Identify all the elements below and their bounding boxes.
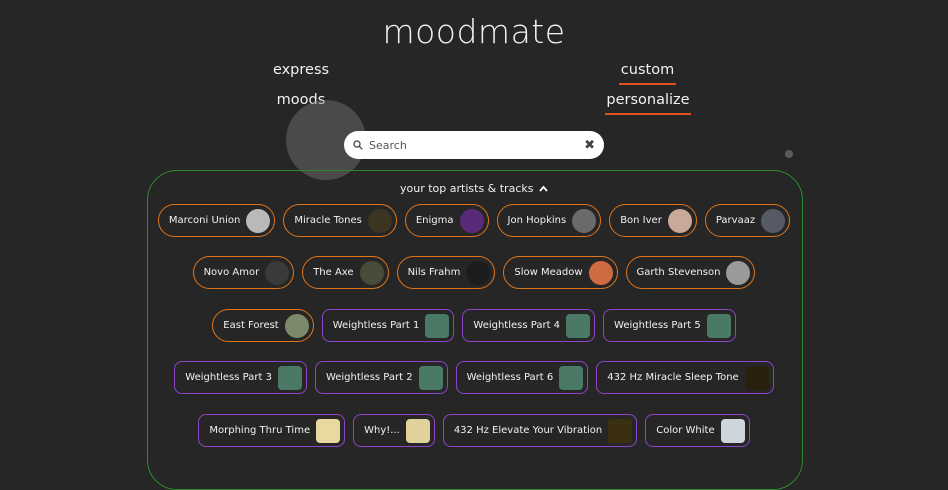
track-pill[interactable]: Weightless Part 2: [314, 361, 448, 394]
artist-avatar: [459, 208, 484, 233]
track-artwork: [706, 313, 731, 338]
track-artwork: [405, 418, 430, 443]
artist-avatar: [246, 208, 271, 233]
search-bar: ✖: [344, 131, 604, 159]
pill-label: Morphing Thru Time: [209, 425, 311, 436]
chevron-up-icon[interactable]: [539, 185, 548, 192]
pill-label: Parvaaz: [715, 215, 756, 226]
pill-label: Jon Hopkins: [507, 215, 567, 226]
artist-avatar: [667, 208, 692, 233]
artist-avatar: [284, 313, 309, 338]
pill-label: Weightless Part 6: [466, 372, 554, 383]
track-artwork: [559, 365, 584, 390]
track-artwork: [608, 418, 633, 443]
artist-pill[interactable]: Marconi Union: [157, 204, 276, 237]
nav-custom[interactable]: custom: [619, 62, 676, 85]
artist-pill[interactable]: Nils Frahm: [396, 256, 496, 289]
artist-avatar: [359, 260, 384, 285]
artist-avatar: [466, 260, 491, 285]
search-input[interactable]: [367, 137, 585, 153]
track-artwork: [316, 418, 341, 443]
track-artwork: [566, 313, 591, 338]
pill-label: Slow Meadow: [514, 267, 583, 278]
track-artwork: [425, 313, 450, 338]
track-pill[interactable]: 432 Hz Elevate Your Vibration: [442, 414, 638, 447]
pill-row: Morphing Thru Time Why!... 432 Hz Elevate …: [0, 414, 948, 447]
pill-label: Weightless Part 4: [473, 320, 561, 331]
pill-row: Weightless Part 3 Weightless Part 2 Weight…: [0, 361, 948, 394]
artist-pill[interactable]: The Axe: [302, 256, 389, 289]
artist-pill[interactable]: Garth Stevenson: [625, 256, 756, 289]
pill-label: Novo Amor: [203, 267, 260, 278]
pill-row: East Forest Weightless Part 1 Weightless P…: [0, 309, 948, 342]
nav-express[interactable]: express: [266, 62, 336, 78]
decorative-dot: [785, 150, 793, 158]
panel-title-label: your top artists & tracks: [400, 182, 534, 195]
track-artwork: [744, 365, 769, 390]
track-artwork: [277, 365, 302, 390]
artist-pill[interactable]: Jon Hopkins: [496, 204, 602, 237]
track-pill[interactable]: Weightless Part 1: [321, 309, 455, 342]
track-pill[interactable]: Color White: [645, 414, 750, 447]
pill-label: 432 Hz Miracle Sleep Tone: [607, 372, 739, 383]
pill-label: Color White: [656, 425, 715, 436]
pill-label: Bon Iver: [620, 215, 662, 226]
pill-label: East Forest: [223, 320, 279, 331]
track-pill[interactable]: Morphing Thru Time: [198, 414, 346, 447]
artist-pill[interactable]: Enigma: [404, 204, 489, 237]
artist-pill[interactable]: Novo Amor: [192, 256, 295, 289]
app-logo: moodmate: [382, 12, 566, 51]
artist-avatar: [572, 208, 597, 233]
pill-label: Marconi Union: [168, 215, 241, 226]
track-pill[interactable]: Weightless Part 6: [455, 361, 589, 394]
artist-pill[interactable]: Slow Meadow: [503, 256, 618, 289]
pill-label: Nils Frahm: [407, 267, 461, 278]
artist-avatar: [726, 260, 751, 285]
panel-title[interactable]: your top artists & tracks: [0, 182, 948, 195]
artist-avatar: [367, 208, 392, 233]
artist-pill[interactable]: Parvaaz: [704, 204, 791, 237]
artist-avatar: [761, 208, 786, 233]
track-pill[interactable]: Weightless Part 3: [174, 361, 307, 394]
pill-label: Enigma: [415, 215, 454, 226]
track-artwork: [720, 418, 745, 443]
artist-pill[interactable]: East Forest: [212, 309, 314, 342]
track-pill[interactable]: Weightless Part 4: [462, 309, 596, 342]
pill-label: Garth Stevenson: [636, 267, 721, 278]
pill-label: The Axe: [313, 267, 354, 278]
track-pill[interactable]: Weightless Part 5: [603, 309, 736, 342]
pill-label: 432 Hz Elevate Your Vibration: [453, 425, 603, 436]
track-pill[interactable]: Why!...: [353, 414, 435, 447]
pill-label: Weightless Part 1: [332, 320, 420, 331]
clear-icon[interactable]: ✖: [584, 138, 595, 153]
track-artwork: [418, 365, 443, 390]
pill-label: Weightless Part 2: [325, 372, 413, 383]
pill-label: Why!...: [364, 425, 400, 436]
track-pill[interactable]: 432 Hz Miracle Sleep Tone: [596, 361, 774, 394]
nav-personalize[interactable]: personalize: [605, 92, 691, 115]
artist-pill[interactable]: Miracle Tones: [283, 204, 397, 237]
pill-label: Miracle Tones: [294, 215, 362, 226]
pill-row: Novo Amor The Axe Nils Frahm Slow Meadow Gar…: [0, 256, 948, 289]
artist-avatar: [588, 260, 613, 285]
pill-label: Weightless Part 5: [614, 320, 701, 331]
search-icon: [353, 140, 363, 150]
pill-row: Marconi Union Miracle Tones Enigma Jon Hopk…: [0, 204, 948, 237]
artist-pill[interactable]: Bon Iver: [609, 204, 697, 237]
pill-label: Weightless Part 3: [185, 372, 272, 383]
artist-avatar: [265, 260, 290, 285]
